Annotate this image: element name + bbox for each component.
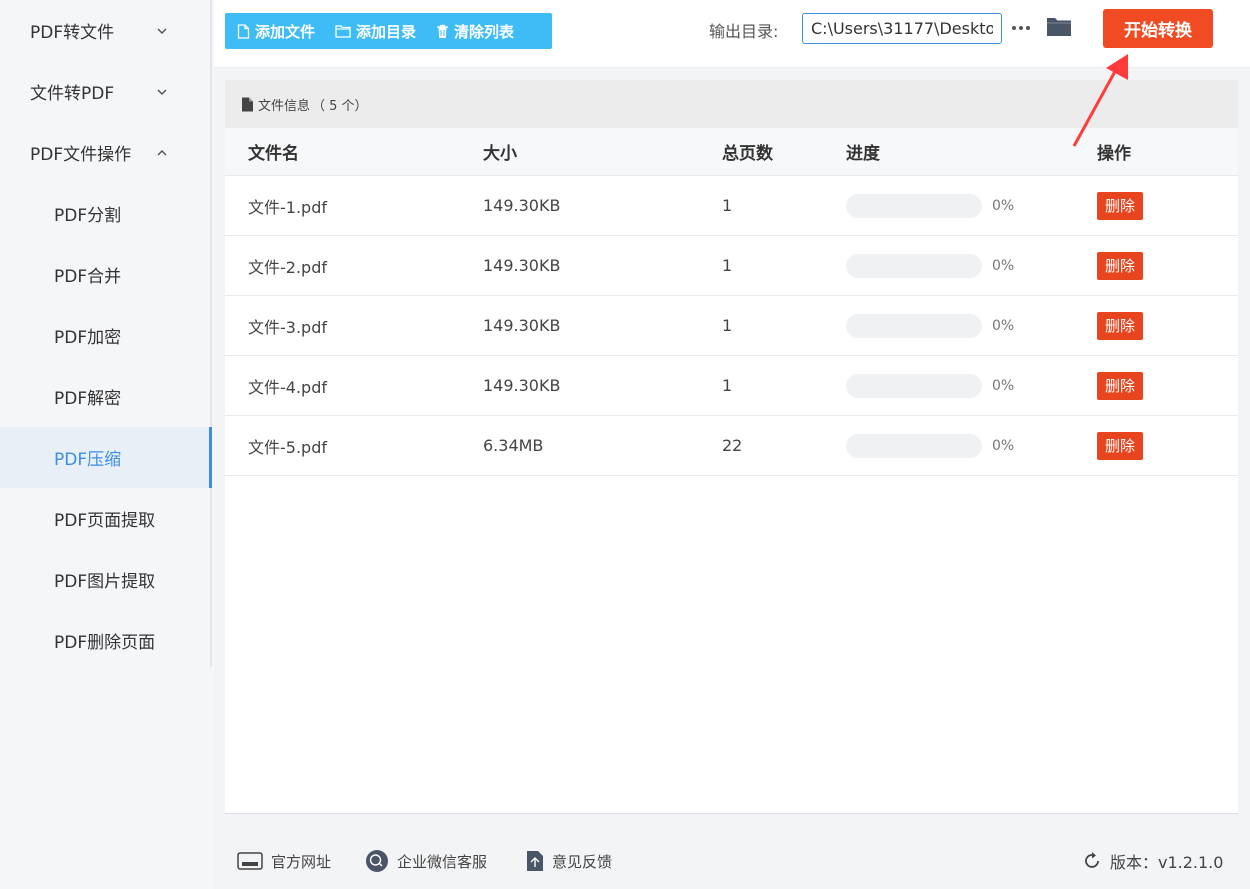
sidebar-group-label: 文件转PDF [30, 84, 115, 104]
progress-bar [846, 193, 982, 218]
file-pages: 1 [722, 196, 733, 215]
website-label: 官方网址 [271, 852, 332, 871]
sidebar-item-pdf-encrypt[interactable]: PDF加密 [0, 305, 210, 366]
sidebar-item-pdf-merge[interactable]: PDF合并 [0, 244, 210, 305]
progress-percent: 0% [992, 197, 1015, 214]
file-size: 149.30KB [483, 316, 561, 335]
feedback-icon [527, 851, 543, 871]
column-header-progress: 进度 [846, 144, 880, 164]
file-name: 文件-1.pdf [248, 197, 327, 217]
file-button-group: 添加文件 添加目录 清除列表 [225, 13, 552, 49]
output-directory-input[interactable] [802, 13, 1002, 44]
clear-list-label: 清除列表 [454, 22, 515, 41]
table-row: 文件-3.pdf 149.30KB 1 0% 删除 [225, 296, 1238, 356]
progress-cell: 0% [846, 373, 1015, 398]
file-size: 149.30KB [483, 256, 561, 275]
sidebar-item-pdf-page-extract[interactable]: PDF页面提取 [0, 488, 210, 549]
table-row: 文件-1.pdf 149.30KB 1 0% 删除 [225, 176, 1238, 236]
start-convert-button[interactable]: 开始转换 [1103, 9, 1213, 48]
add-directory-button[interactable]: 添加目录 [335, 13, 416, 49]
progress-percent: 0% [992, 377, 1015, 394]
file-info-header: 文件信息 （ 5 个） [225, 80, 1238, 128]
progress-cell: 0% [846, 193, 1015, 218]
delete-button[interactable]: 删除 [1097, 371, 1144, 400]
progress-percent: 0% [992, 317, 1015, 334]
delete-button[interactable]: 删除 [1097, 311, 1144, 340]
feedback-label: 意见反馈 [552, 852, 613, 871]
column-header-operation: 操作 [1097, 144, 1131, 164]
add-directory-label: 添加目录 [356, 22, 417, 41]
delete-button[interactable]: 删除 [1097, 431, 1144, 460]
progress-cell: 0% [846, 253, 1015, 278]
add-file-label: 添加文件 [255, 22, 316, 41]
sidebar-item-pdf-compress[interactable]: PDF压缩 [0, 427, 212, 488]
toolbar: 添加文件 添加目录 清除列表 输出目录: 开始转换 [214, 0, 1250, 68]
file-name: 文件-4.pdf [248, 377, 327, 397]
sidebar-group-label: PDF文件操作 [30, 145, 132, 165]
sidebar-group-pdf-operations[interactable]: PDF文件操作 [0, 122, 210, 183]
sidebar-group-label: PDF转文件 [30, 23, 115, 43]
more-options-icon[interactable] [1009, 16, 1033, 40]
chevron-up-icon [156, 147, 168, 159]
file-icon [237, 23, 250, 39]
progress-bar [846, 253, 982, 278]
wechat-service-link[interactable]: 企业微信客服 [365, 833, 487, 889]
trash-icon [437, 24, 449, 38]
website-link[interactable]: 官方网址 [237, 833, 331, 889]
sidebar-group-pdf-to-file[interactable]: PDF转文件 [0, 0, 210, 61]
delete-button[interactable]: 删除 [1097, 251, 1144, 280]
file-pages: 1 [722, 256, 733, 275]
table-row: 文件-5.pdf 6.34MB 22 0% 删除 [225, 416, 1238, 476]
version-label: 版本：v1.2.1.0 [1110, 853, 1224, 872]
sidebar-item-pdf-split[interactable]: PDF分割 [0, 183, 210, 244]
progress-percent: 0% [992, 437, 1015, 454]
open-folder-icon[interactable] [1046, 15, 1072, 39]
progress-bar [846, 373, 982, 398]
delete-button[interactable]: 删除 [1097, 191, 1144, 220]
file-name: 文件-5.pdf [248, 437, 327, 457]
sidebar-nav: PDF转文件 文件转PDF PDF文件操作 PDF分割 PDF合并 PDF加密 … [0, 0, 212, 667]
file-size: 149.30KB [483, 196, 561, 215]
file-pages: 1 [722, 376, 733, 395]
sidebar-item-pdf-image-extract[interactable]: PDF图片提取 [0, 549, 210, 610]
folder-outline-icon [335, 25, 351, 38]
footer: 官方网址 企业微信客服 意见反馈 版本：v1.2.1.0 [214, 833, 1250, 889]
file-list-panel: 文件信息 （ 5 个） 文件名 大小 总页数 进度 操作 文件-1.pdf 14… [225, 80, 1238, 814]
feedback-link[interactable]: 意见反馈 [526, 833, 612, 889]
chevron-down-icon [156, 86, 168, 98]
column-header-size: 大小 [483, 144, 517, 164]
sidebar: PDF转文件 文件转PDF PDF文件操作 PDF分割 PDF合并 PDF加密 … [0, 0, 214, 889]
sidebar-item-pdf-delete-pages[interactable]: PDF删除页面 [0, 610, 210, 671]
progress-bar [846, 313, 982, 338]
table-row: 文件-2.pdf 149.30KB 1 0% 删除 [225, 236, 1238, 296]
chat-icon [366, 850, 388, 872]
version-info: 版本：v1.2.1.0 [1082, 833, 1223, 889]
wechat-service-label: 企业微信客服 [397, 852, 488, 871]
sidebar-group-file-to-pdf[interactable]: 文件转PDF [0, 61, 210, 122]
clear-list-button[interactable]: 清除列表 [436, 13, 514, 49]
document-icon [242, 97, 253, 111]
sidebar-item-pdf-decrypt[interactable]: PDF解密 [0, 366, 210, 427]
website-icon [237, 852, 263, 870]
column-header-name: 文件名 [248, 144, 299, 164]
output-directory-label: 输出目录: [709, 22, 779, 41]
refresh-icon [1085, 852, 1099, 868]
file-pages: 22 [722, 436, 743, 455]
column-header-pages: 总页数 [722, 144, 773, 164]
progress-percent: 0% [992, 257, 1015, 274]
progress-cell: 0% [846, 313, 1015, 338]
chevron-down-icon [156, 25, 168, 37]
table-header: 文件名 大小 总页数 进度 操作 [225, 128, 1238, 176]
file-size: 6.34MB [483, 436, 544, 455]
file-pages: 1 [722, 316, 733, 335]
file-name: 文件-3.pdf [248, 317, 327, 337]
progress-cell: 0% [846, 433, 1015, 458]
add-file-button[interactable]: 添加文件 [237, 13, 315, 49]
table-row: 文件-4.pdf 149.30KB 1 0% 删除 [225, 356, 1238, 416]
file-name: 文件-2.pdf [248, 257, 327, 277]
file-count: （ 5 个） [312, 98, 368, 114]
progress-bar [846, 433, 982, 458]
file-size: 149.30KB [483, 376, 561, 395]
file-info-label: 文件信息 [258, 98, 311, 114]
